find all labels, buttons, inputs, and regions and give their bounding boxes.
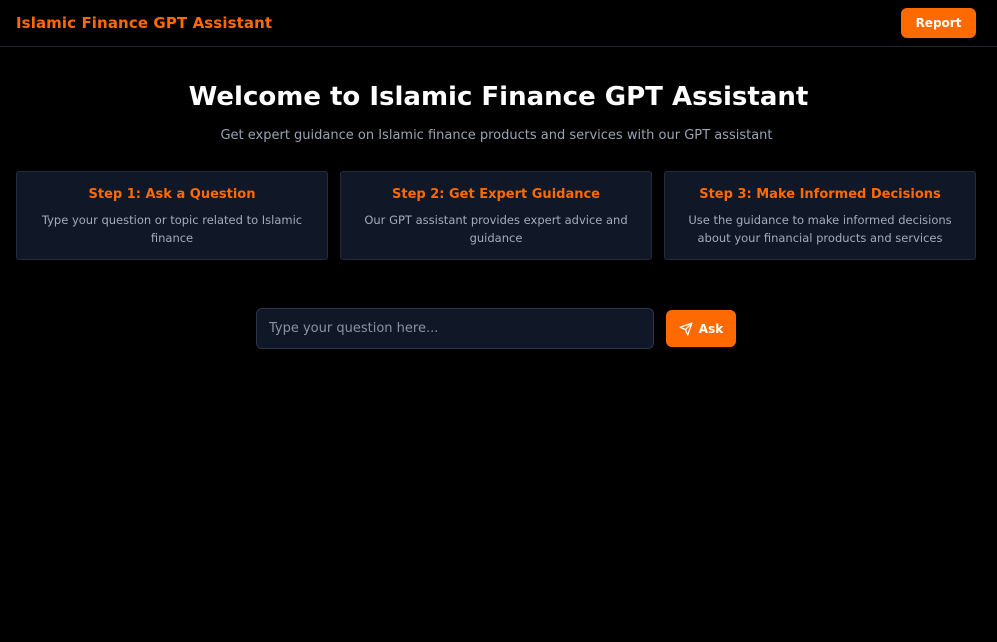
ask-button-label: Ask xyxy=(698,321,724,336)
send-icon xyxy=(679,322,693,336)
step-description: Our GPT assistant provides expert advice… xyxy=(364,213,628,245)
step-card-2: Step 2: Get Expert Guidance Our GPT assi… xyxy=(340,171,652,260)
ask-form: Ask xyxy=(256,308,736,349)
step-title: Step 2: Get Expert Guidance xyxy=(392,187,600,202)
ask-button[interactable]: Ask xyxy=(666,310,736,347)
step-card-1: Step 1: Ask a Question Type your questio… xyxy=(16,171,328,260)
app-title: Islamic Finance GPT Assistant xyxy=(16,14,273,32)
page-subtitle: Get expert guidance on Islamic finance p… xyxy=(220,128,773,143)
report-button[interactable]: Report xyxy=(901,8,976,38)
step-title: Step 1: Ask a Question xyxy=(88,187,256,202)
top-bar: Islamic Finance GPT Assistant Report xyxy=(0,0,997,47)
step-card-3: Step 3: Make Informed Decisions Use the … xyxy=(664,171,976,260)
step-description: Type your question or topic related to I… xyxy=(41,213,303,245)
question-input[interactable] xyxy=(256,308,654,349)
steps-section: Step 1: Ask a Question Type your questio… xyxy=(16,171,976,260)
step-title: Step 3: Make Informed Decisions xyxy=(699,187,941,202)
step-description: Use the guidance to make informed decisi… xyxy=(688,213,952,245)
page-title: Welcome to Islamic Finance GPT Assistant xyxy=(188,82,809,112)
